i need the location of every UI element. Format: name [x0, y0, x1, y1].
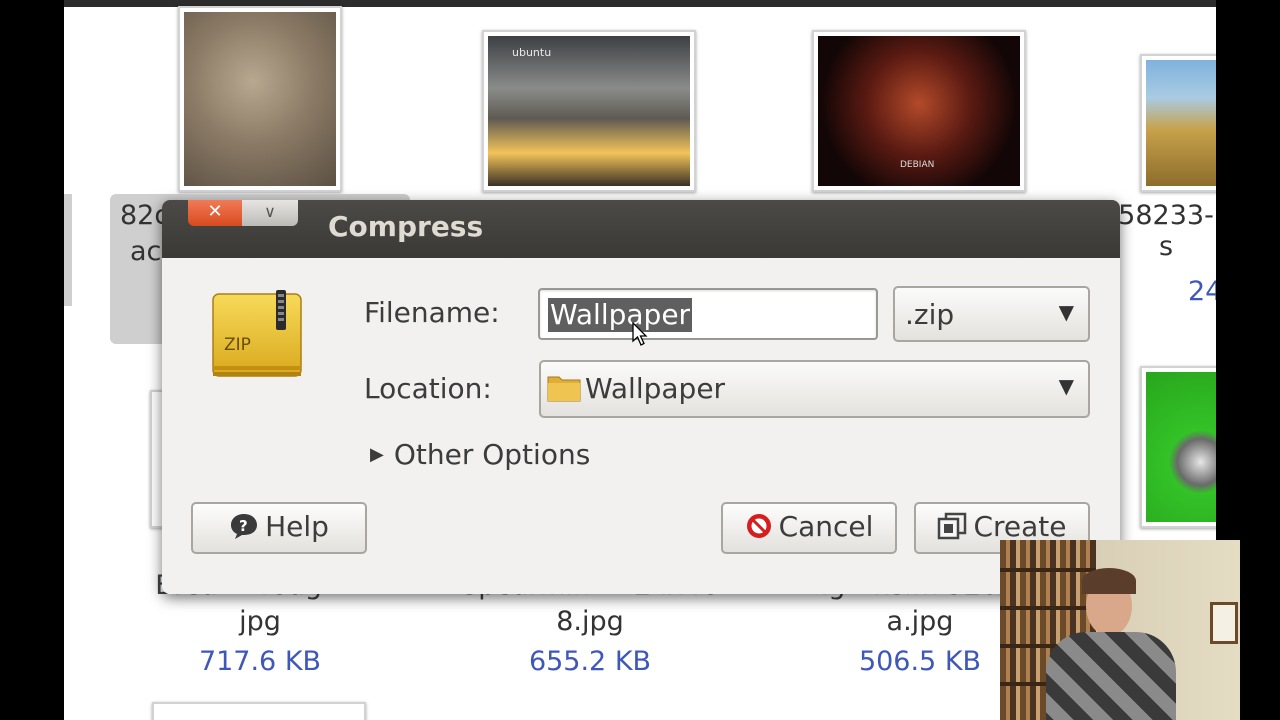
compress-dialog: ✕ ∨ Compress ZIP Filename: Wallpaper .zi…	[162, 200, 1120, 594]
file-name-fragment: ac	[130, 236, 162, 267]
other-options-expander[interactable]: ▶ Other Options	[370, 438, 590, 471]
extension-dropdown[interactable]: .zip ▼	[893, 286, 1090, 342]
file-thumbnail-debian[interactable]: DEBIAN	[812, 30, 1026, 192]
location-dropdown[interactable]: Wallpaper ▼	[539, 360, 1090, 418]
help-icon: ?	[231, 514, 258, 539]
file-thumbnail-ubuntu-storm[interactable]: ubuntu	[482, 30, 696, 192]
cat-image	[184, 12, 336, 186]
location-value: Wallpaper	[585, 372, 726, 405]
green-image	[1146, 372, 1216, 522]
file-size: 655.2 KB	[528, 646, 652, 677]
file-thumbnail-bottom[interactable]	[152, 702, 366, 720]
person-hair	[1082, 568, 1136, 594]
dropdown-arrow-icon: ▼	[1058, 300, 1074, 324]
person-sweater	[1046, 632, 1176, 720]
file-thumbnail-cat[interactable]	[178, 6, 342, 192]
debian-logo-text: DEBIAN	[900, 160, 935, 170]
selected-item-highlight-left	[64, 194, 72, 306]
file-size: 717.6 KB	[198, 646, 322, 677]
webcam-overlay	[1000, 540, 1240, 720]
zip-icon-label: ZIP	[224, 335, 251, 355]
other-options-label: Other Options	[393, 438, 591, 471]
expander-triangle-icon: ▶	[370, 444, 384, 465]
grass-image	[1146, 60, 1216, 186]
window-menu-button[interactable]: ∨	[242, 200, 298, 226]
dropdown-arrow-icon: ▼	[1058, 374, 1074, 398]
close-button[interactable]: ✕	[188, 200, 242, 226]
create-archive-icon	[938, 512, 967, 540]
debian-image: DEBIAN	[818, 36, 1020, 186]
dialog-titlebar[interactable]: ✕ ∨ Compress	[162, 200, 1120, 258]
folder-icon	[547, 376, 581, 402]
extension-value: .zip	[905, 298, 955, 331]
zip-archive-icon: ZIP	[212, 290, 302, 377]
ubuntu-logo-text: ubuntu	[512, 46, 552, 59]
file-name-fragment: 58233-s	[1118, 200, 1214, 262]
filename-input[interactable]: Wallpaper	[538, 288, 878, 340]
frame-image	[1210, 602, 1238, 644]
location-label: Location:	[364, 372, 492, 405]
file-size-fragment: 24	[1188, 276, 1216, 307]
help-button[interactable]: ? Help	[191, 502, 367, 554]
dialog-title: Compress	[328, 210, 484, 243]
mouse-cursor-icon	[632, 322, 648, 346]
cancel-button[interactable]: Cancel	[721, 502, 897, 554]
file-name-line2: jpg	[239, 606, 281, 637]
chevron-down-icon: ∨	[264, 202, 276, 221]
cancel-icon	[746, 514, 771, 538]
create-button-label: Create	[973, 510, 1067, 543]
file-thumbnail-grass[interactable]	[1140, 54, 1216, 192]
file-name-line2: 8.jpg	[556, 606, 624, 637]
storm-image: ubuntu	[488, 36, 690, 186]
close-icon: ✕	[207, 201, 223, 222]
filename-label: Filename:	[364, 296, 500, 329]
window-controls: ✕ ∨	[188, 200, 298, 226]
cancel-button-label: Cancel	[778, 510, 874, 543]
file-thumbnail-green[interactable]	[1140, 366, 1216, 528]
help-button-label: Help	[265, 510, 329, 543]
svg-text:?: ?	[239, 517, 248, 535]
filename-value: Wallpaper	[548, 298, 693, 332]
